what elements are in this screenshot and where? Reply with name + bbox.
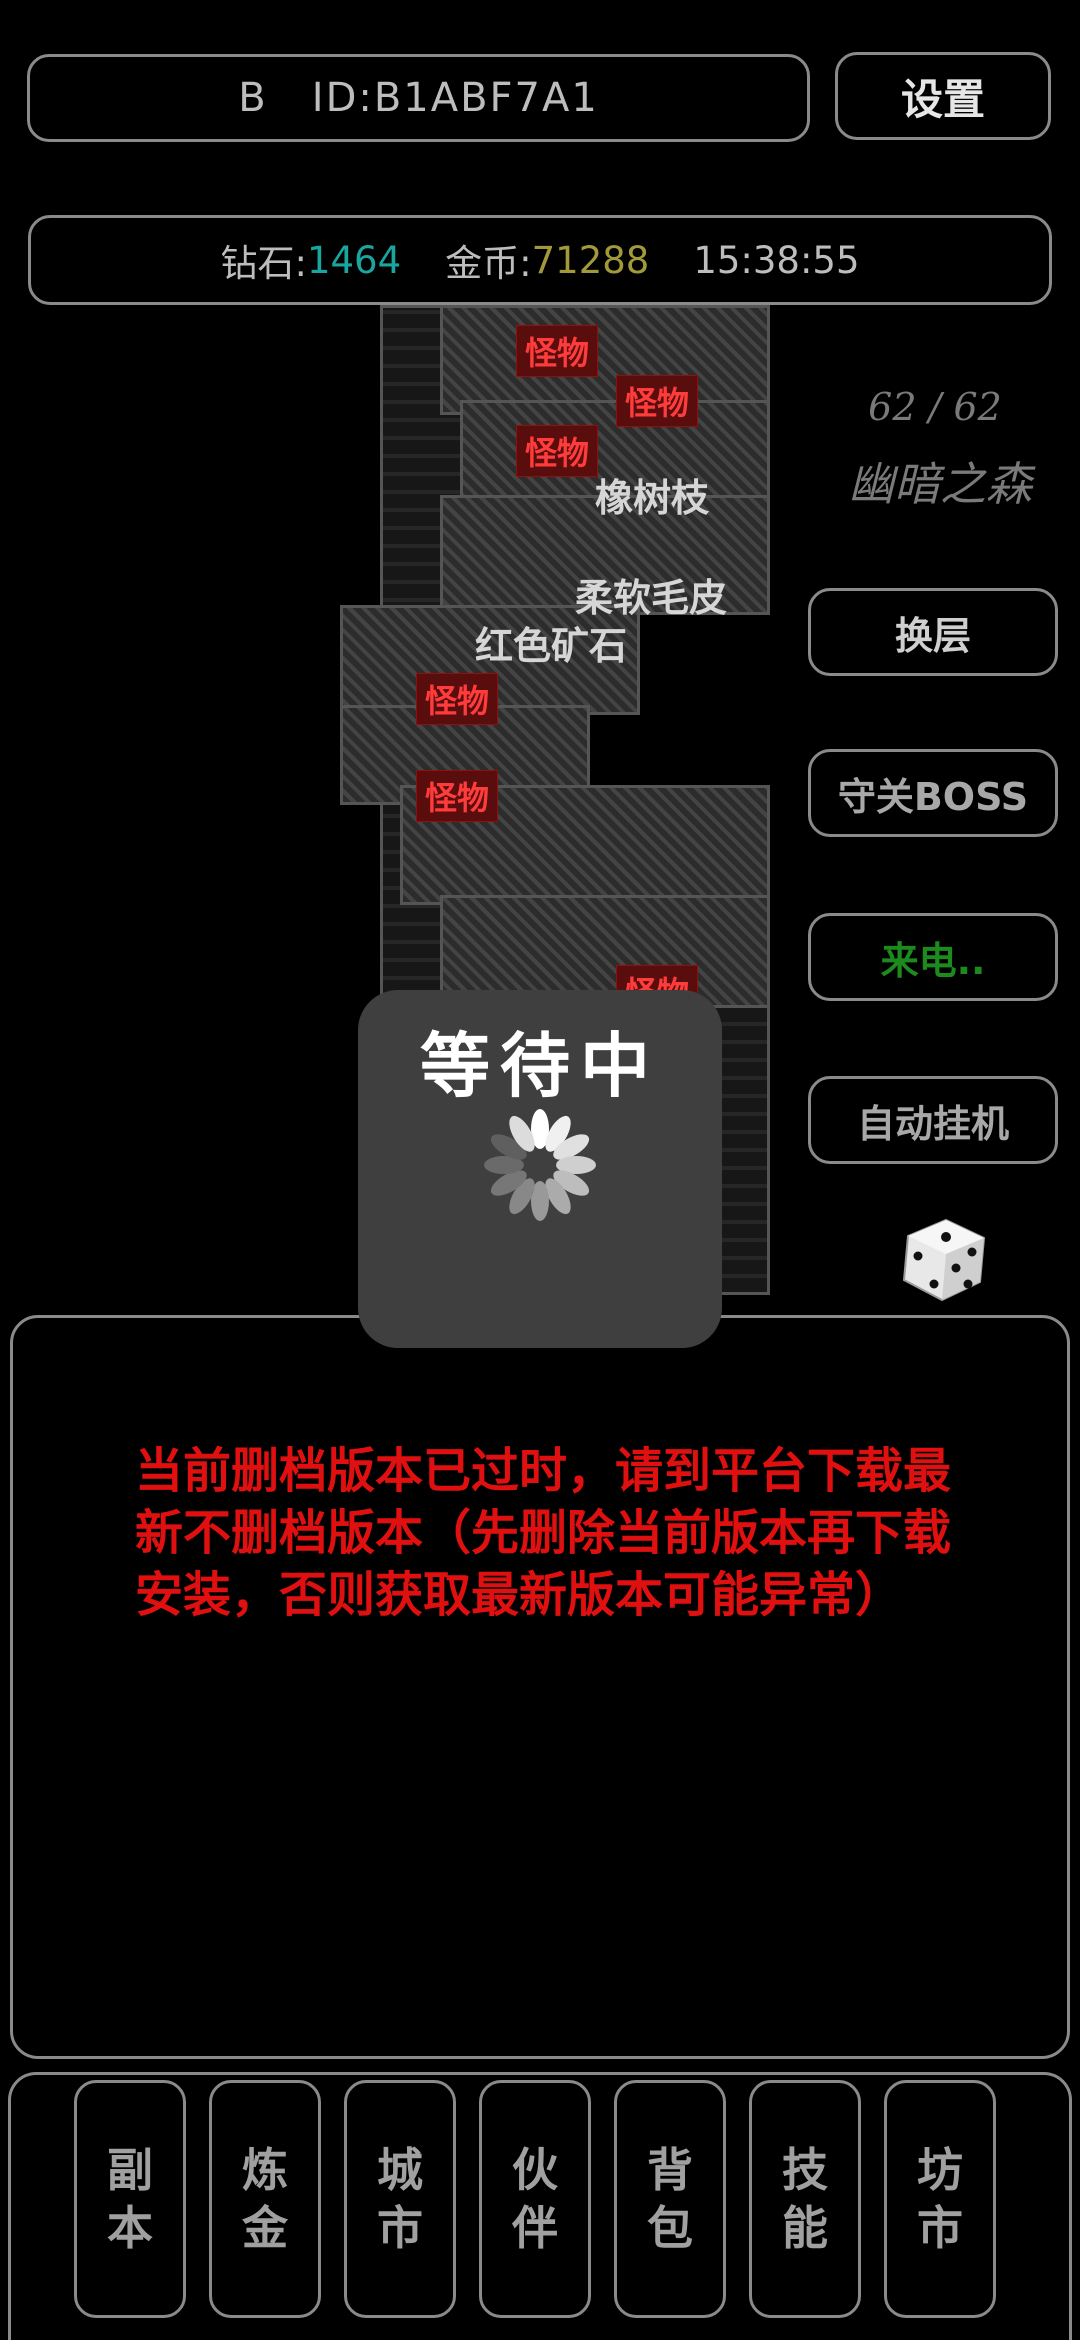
loading-spinner-icon xyxy=(484,1109,596,1221)
incoming-call-button[interactable]: 来电.. xyxy=(808,913,1058,1001)
gold-label: 金币: xyxy=(445,242,532,285)
nav-label: 伴 xyxy=(512,2201,558,2255)
switch-floor-button[interactable]: 换层 xyxy=(808,588,1058,676)
nav-city-button[interactable]: 城 市 xyxy=(344,2080,456,2318)
monster-marker[interactable]: 怪物 xyxy=(516,425,599,477)
loading-dialog: 等待中 xyxy=(358,990,722,1348)
dice-icon[interactable] xyxy=(894,1208,994,1308)
player-id-bar: B ID:B1ABF7A1 xyxy=(27,54,810,142)
guard-boss-button[interactable]: 守关BOSS xyxy=(808,749,1058,837)
nav-label: 市 xyxy=(917,2201,963,2255)
auto-idle-button[interactable]: 自动挂机 xyxy=(808,1076,1058,1164)
monster-marker[interactable]: 怪物 xyxy=(416,770,499,822)
settings-label: 设置 xyxy=(900,74,985,124)
settings-button[interactable]: 设置 xyxy=(835,52,1051,140)
nav-label: 能 xyxy=(782,2201,828,2255)
nav-label: 本 xyxy=(107,2201,153,2255)
nav-label: 伙 xyxy=(512,2143,558,2197)
nav-market-button[interactable]: 坊 市 xyxy=(884,2080,996,2318)
nav-label: 市 xyxy=(377,2201,423,2255)
nav-skills-button[interactable]: 技 能 xyxy=(749,2080,861,2318)
diamond-label: 钻石: xyxy=(220,242,307,285)
update-warning-text: 当前删档版本已过时，请到平台下载最新不删档版本（先删除当前版本再下载安装，否则获… xyxy=(135,1443,952,1623)
currency-status-bar: 钻石: 1464 金币: 71288 15:38:55 xyxy=(28,215,1052,305)
nav-label: 金 xyxy=(242,2201,288,2255)
resource-red-ore[interactable]: 红色矿石 xyxy=(475,615,627,670)
incoming-call-label: 来电.. xyxy=(880,938,986,983)
monster-marker[interactable]: 怪物 xyxy=(616,375,699,427)
nav-dungeon-button[interactable]: 副 本 xyxy=(74,2080,186,2318)
clock: 15:38:55 xyxy=(693,238,860,282)
message-panel xyxy=(10,1315,1070,2059)
loading-title: 等待中 xyxy=(420,1024,660,1107)
nav-label: 城 xyxy=(377,2143,423,2197)
resource-oak-branch[interactable]: 橡树枝 xyxy=(595,467,709,522)
floor-name: 幽暗之森 xyxy=(848,457,1032,511)
floor-counter: 62 / 62 xyxy=(868,385,1002,429)
nav-label: 技 xyxy=(782,2143,828,2197)
nav-label: 坊 xyxy=(917,2143,963,2197)
nav-label: 背 xyxy=(647,2143,693,2197)
nav-alchemy-button[interactable]: 炼 金 xyxy=(209,2080,321,2318)
monster-marker[interactable]: 怪物 xyxy=(416,673,499,725)
switch-floor-label: 换层 xyxy=(894,613,971,658)
gold-value: 71288 xyxy=(531,238,650,282)
monster-marker[interactable]: 怪物 xyxy=(516,325,599,377)
nav-backpack-button[interactable]: 背 包 xyxy=(614,2080,726,2318)
diamond-value: 1464 xyxy=(306,238,402,282)
player-id-text: B ID:B1ABF7A1 xyxy=(238,75,599,121)
auto-idle-label: 自动挂机 xyxy=(856,1101,1009,1146)
nav-partner-button[interactable]: 伙 伴 xyxy=(479,2080,591,2318)
nav-label: 包 xyxy=(647,2201,693,2255)
nav-label: 副 xyxy=(107,2143,153,2197)
map-tile[interactable] xyxy=(440,305,770,415)
resource-soft-fur[interactable]: 柔软毛皮 xyxy=(575,567,727,622)
nav-label: 炼 xyxy=(242,2143,288,2197)
guard-boss-label: 守关BOSS xyxy=(837,774,1029,819)
